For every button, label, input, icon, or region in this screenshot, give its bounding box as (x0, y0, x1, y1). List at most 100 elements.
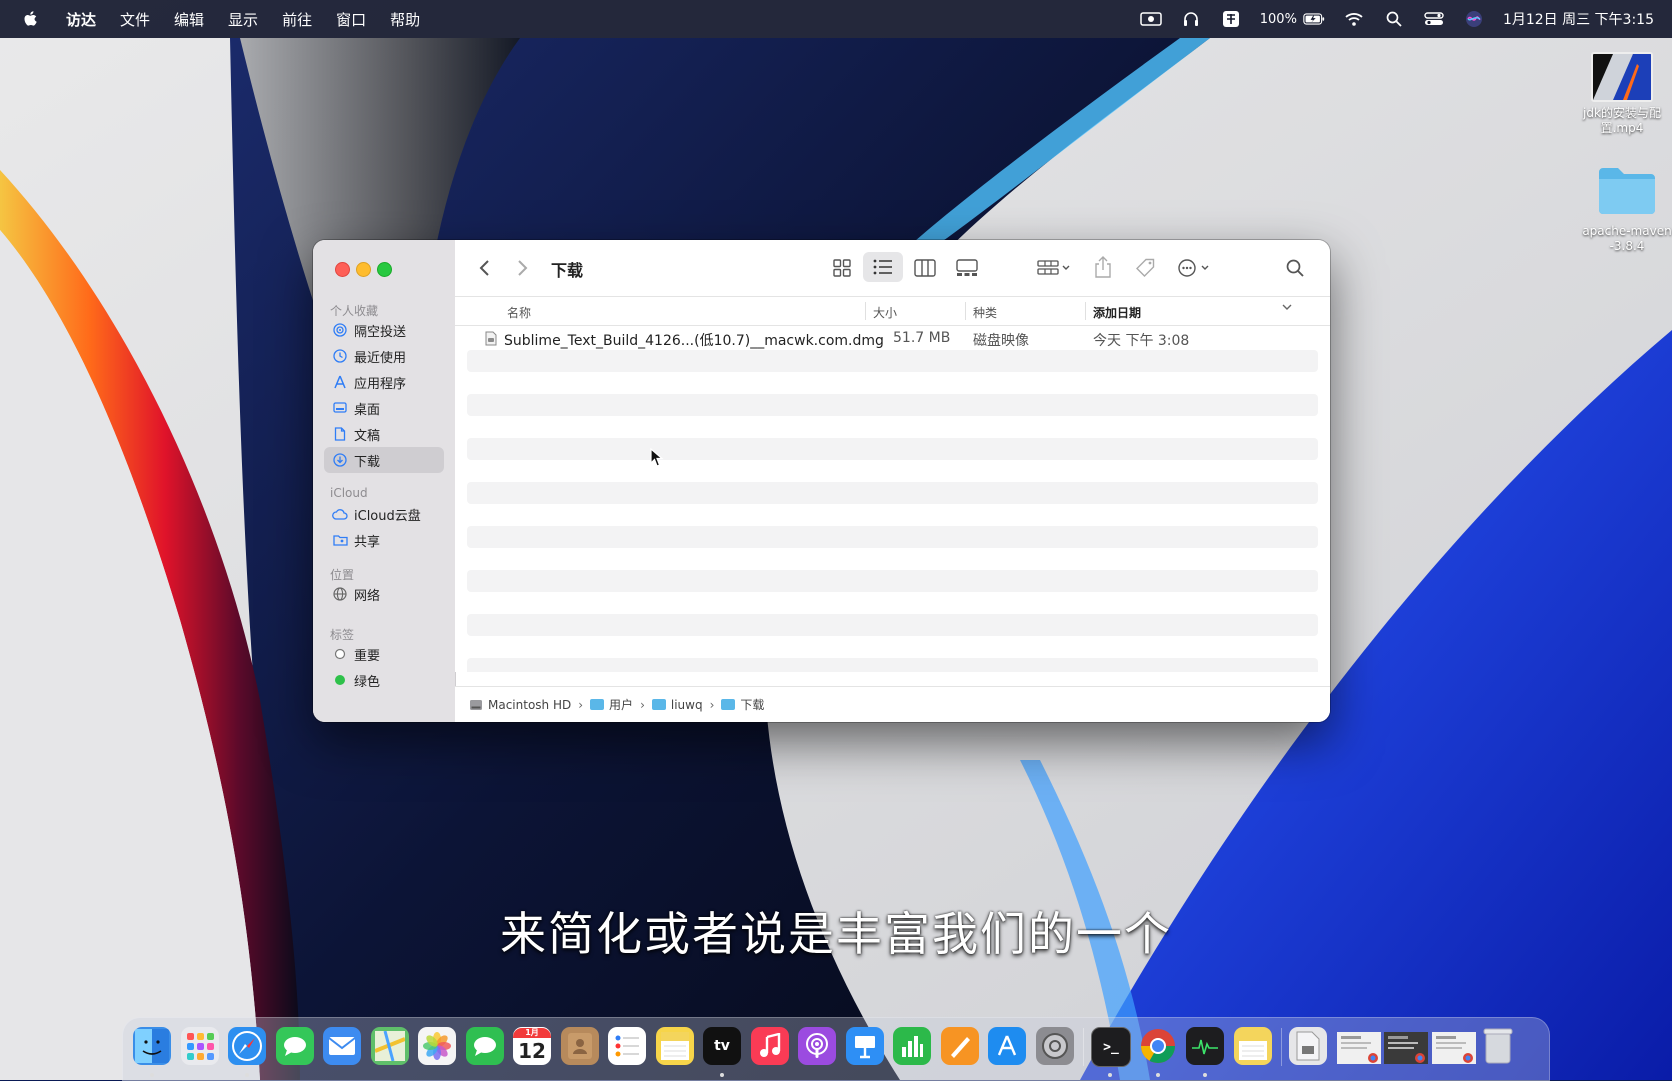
sidebar-item-desktop[interactable]: 桌面 (324, 395, 444, 421)
path-segment-user-home[interactable]: liuwq (651, 698, 703, 712)
screen-record-icon[interactable] (1140, 10, 1162, 28)
desktop-item-video[interactable]: jdk的安装与配置.mp4 (1577, 52, 1667, 136)
icon-view-button[interactable] (825, 254, 859, 282)
chrome-icon[interactable] (1139, 1027, 1177, 1065)
desktop-item-folder[interactable]: apache-maven-3.8.4 (1582, 164, 1672, 254)
group-grid-chevron-icon (1037, 260, 1070, 275)
empty-row-stripe (467, 394, 1318, 416)
file-kind: 磁盘映像 (973, 333, 1029, 349)
headphones-icon[interactable] (1180, 10, 1202, 28)
zoom-window-button[interactable] (377, 262, 392, 277)
document-stack-icon[interactable] (1289, 1027, 1327, 1065)
menu-finder[interactable]: 访达 (66, 9, 96, 30)
app-store-icon[interactable] (988, 1027, 1026, 1065)
control-center-icon[interactable] (1423, 10, 1445, 28)
calendar-icon[interactable]: 1月 12 (513, 1027, 551, 1065)
tag-circle-icon (332, 646, 348, 662)
file-name: Sublime_Text_Build_4126...(低10.7)__macwk… (504, 333, 884, 349)
sidebar-item-shared[interactable]: 共享 (324, 527, 444, 553)
path-segment-disk[interactable]: Macintosh HD (469, 698, 571, 712)
contacts-icon[interactable] (560, 1027, 599, 1065)
share-button[interactable] (1089, 252, 1117, 282)
mail-icon[interactable] (323, 1027, 361, 1065)
sidebar-item-tag-important[interactable]: 重要 (324, 641, 444, 667)
menu-help[interactable]: 帮助 (390, 9, 420, 30)
tag-button[interactable] (1131, 254, 1159, 282)
keynote-icon[interactable] (845, 1027, 884, 1065)
forward-button[interactable] (510, 256, 534, 280)
tag-icon (1136, 258, 1155, 277)
trash-icon[interactable] (1479, 1027, 1517, 1065)
column-separator[interactable] (1085, 302, 1086, 320)
minimize-window-button[interactable] (356, 262, 371, 277)
window-title: 下载 (551, 261, 584, 280)
sidebar-item-documents[interactable]: 文稿 (324, 421, 444, 447)
music-icon[interactable] (750, 1027, 789, 1065)
back-button[interactable] (473, 256, 497, 280)
podcasts-icon[interactable] (798, 1027, 836, 1065)
path-segment-users[interactable]: 用户 (590, 696, 633, 713)
reminders-icon[interactable] (608, 1027, 646, 1065)
launchpad-icon[interactable] (180, 1027, 219, 1065)
column-header-date-added[interactable]: 添加日期 (1093, 304, 1141, 321)
pages-icon[interactable] (940, 1027, 979, 1065)
messages-icon[interactable] (275, 1027, 314, 1065)
menu-go[interactable]: 前往 (282, 9, 312, 30)
sidebar-item-airdrop[interactable]: 隔空投送 (324, 317, 444, 343)
system-preferences-icon[interactable] (1035, 1027, 1074, 1065)
spotlight-search-icon[interactable] (1383, 10, 1405, 28)
list-column-header: 名称 大小 种类 添加日期 (455, 297, 1330, 326)
group-by-button[interactable] (1031, 254, 1077, 282)
activity-monitor-icon[interactable] (1186, 1027, 1224, 1065)
downloads-folder-icon (721, 699, 736, 710)
sidebar-item-icloud-drive[interactable]: iCloud云盘 (324, 501, 444, 527)
input-method-icon[interactable] (1220, 10, 1242, 28)
battery-charging-icon[interactable] (1303, 10, 1325, 28)
sidebar-item-recents[interactable]: 最近使用 (324, 343, 444, 369)
sidebar-item-downloads[interactable]: 下载 (324, 447, 444, 473)
menu-file[interactable]: 文件 (120, 9, 150, 30)
menu-clock[interactable]: 1月12日 周三 下午3:15 (1503, 9, 1654, 29)
facetime-icon[interactable] (465, 1027, 504, 1065)
column-header-name[interactable]: 名称 (507, 304, 531, 321)
notes-icon[interactable] (655, 1027, 694, 1065)
maps-icon[interactable] (370, 1027, 409, 1065)
photos-icon[interactable] (418, 1027, 456, 1065)
sidebar-item-tag-green[interactable]: 绿色 (324, 667, 444, 693)
sort-chevron-icon[interactable] (1281, 301, 1293, 316)
wifi-icon[interactable] (1343, 10, 1365, 28)
menu-view[interactable]: 显示 (228, 9, 258, 30)
column-header-kind[interactable]: 种类 (973, 304, 997, 321)
empty-row-stripe (467, 614, 1318, 636)
close-window-button[interactable] (335, 262, 350, 277)
siri-icon[interactable] (1463, 10, 1485, 28)
numbers-icon[interactable] (893, 1027, 931, 1065)
column-view-button[interactable] (907, 254, 943, 282)
search-button[interactable] (1281, 254, 1309, 282)
tv-icon[interactable]: tv (703, 1027, 741, 1065)
terminal-icon[interactable]: >_ (1091, 1027, 1131, 1067)
column-separator[interactable] (865, 302, 866, 320)
column-header-size[interactable]: 大小 (873, 304, 897, 321)
path-segment-downloads[interactable]: 下载 (721, 696, 764, 713)
list-view-button[interactable] (863, 252, 903, 282)
menu-edit[interactable]: 编辑 (174, 9, 204, 30)
notes-folder-icon[interactable] (1233, 1027, 1272, 1065)
window-thumbnail-2-icon[interactable] (1384, 1032, 1428, 1064)
apple-menu-icon[interactable] (20, 10, 42, 28)
table-row[interactable]: Sublime_Text_Build_4126...(低10.7)__macwk… (455, 326, 1330, 350)
gallery-view-button[interactable] (947, 254, 987, 282)
window-thumbnail-3-icon[interactable] (1431, 1032, 1476, 1064)
desktop-item-label: jdk的安装与配置.mp4 (1583, 106, 1661, 135)
sidebar-item-network[interactable]: 网络 (324, 581, 444, 607)
safari-icon[interactable] (228, 1027, 266, 1065)
window-thumbnail-1-icon[interactable] (1336, 1032, 1381, 1064)
sidebar-item-label: 桌面 (354, 402, 381, 418)
path-separator-icon: › (640, 697, 645, 712)
column-separator[interactable] (965, 302, 966, 320)
sidebar-item-applications[interactable]: 应用程序 (324, 369, 444, 395)
finder-icon[interactable] (133, 1027, 171, 1065)
sidebar-item-label: 绿色 (354, 674, 381, 690)
more-actions-button[interactable] (1173, 254, 1217, 282)
menu-window[interactable]: 窗口 (336, 9, 366, 30)
